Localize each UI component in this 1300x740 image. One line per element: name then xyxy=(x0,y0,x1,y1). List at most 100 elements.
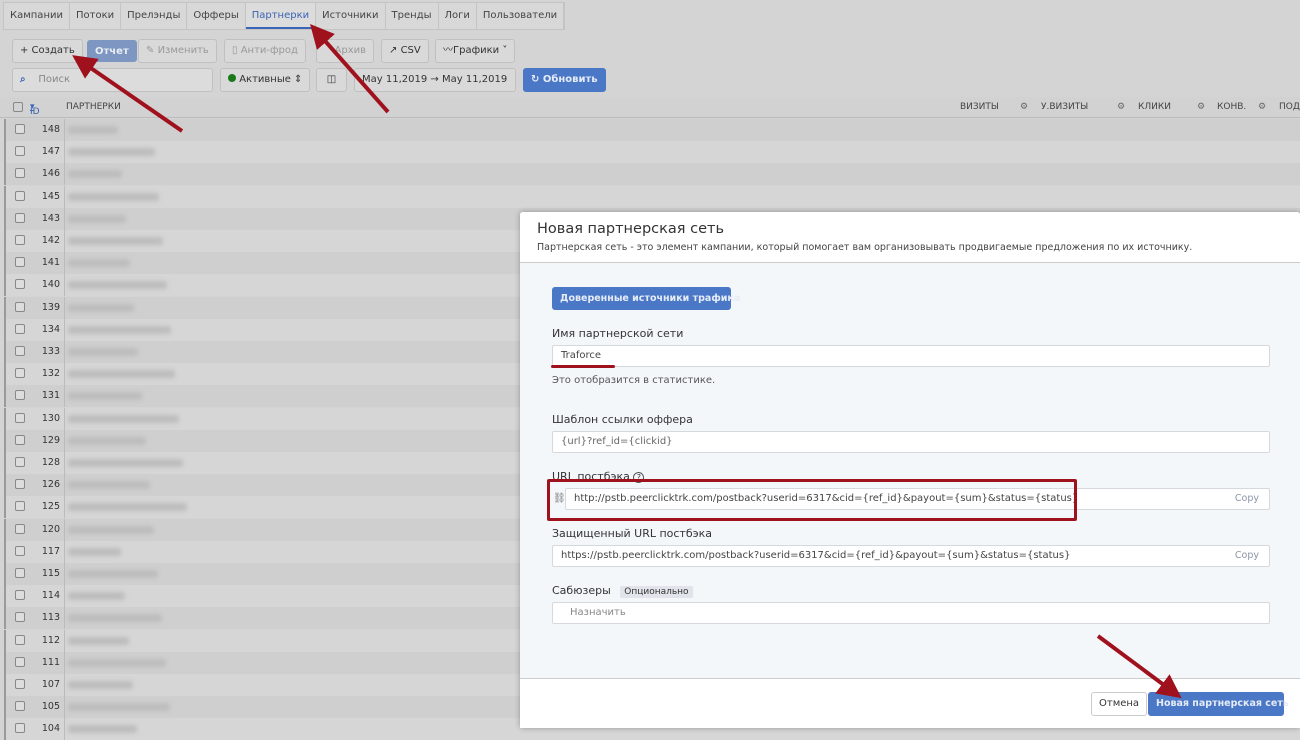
visits-header[interactable]: ВИЗИТЫ xyxy=(960,102,999,112)
row-checkbox[interactable] xyxy=(15,301,25,312)
search-icon: ⌕ xyxy=(20,74,26,85)
blurred-name xyxy=(68,681,133,689)
row-id: 143 xyxy=(41,212,60,224)
tab-8[interactable]: Пользователи xyxy=(477,3,565,29)
row-checkbox[interactable] xyxy=(15,590,25,601)
row-checkbox[interactable] xyxy=(15,346,25,356)
gear-icon[interactable]: ⚙ xyxy=(1258,102,1266,112)
row-checkbox[interactable] xyxy=(15,257,25,268)
columns-button[interactable]: ◫ xyxy=(316,68,347,92)
blurred-name xyxy=(68,348,138,356)
row-checkbox[interactable] xyxy=(15,679,25,689)
conv-header[interactable]: КОНВ. xyxy=(1217,102,1246,112)
edit-label: Изменить xyxy=(157,45,209,56)
sort-id-header[interactable]: ID ▾ xyxy=(30,102,40,117)
blurred-name xyxy=(68,658,166,667)
table-row[interactable]: 145 xyxy=(4,185,1300,208)
table-row[interactable]: 148 xyxy=(4,119,1300,141)
row-checkbox[interactable] xyxy=(15,190,25,201)
submit-button[interactable]: Новая партнерская сеть xyxy=(1148,692,1289,716)
row-checkbox[interactable] xyxy=(15,368,25,379)
row-checkbox[interactable] xyxy=(15,390,25,401)
table-row[interactable]: 146 xyxy=(4,163,1300,186)
secure-postback-input[interactable]: https://pstb.peerclicktrk.com/postback?u… xyxy=(552,545,1270,567)
status-select[interactable]: Активные ⇕ xyxy=(220,68,310,92)
cancel-button[interactable]: Отмена xyxy=(1091,692,1148,716)
row-checkbox[interactable] xyxy=(15,124,25,134)
modal-subtitle: Партнерская сеть - это элемент кампании,… xyxy=(537,242,1193,253)
row-checkbox[interactable] xyxy=(15,701,25,712)
id-header-label: ID xyxy=(30,107,40,117)
date-range-picker[interactable]: May 11,2019 → May 11,2019 xyxy=(354,68,516,92)
row-id: 112 xyxy=(41,634,60,646)
row-checkbox[interactable] xyxy=(15,612,25,623)
uvisits-header[interactable]: У.ВИЗИТЫ xyxy=(1041,102,1088,112)
refresh-button[interactable]: ↻ Обновить xyxy=(523,68,606,92)
gear-icon[interactable]: ⚙ xyxy=(1020,102,1028,112)
row-checkbox[interactable] xyxy=(15,279,25,290)
gear-icon[interactable]: ⚙ xyxy=(1197,102,1205,112)
tab-1[interactable]: Потоки xyxy=(70,3,122,29)
report-button[interactable]: Отчет xyxy=(87,40,137,62)
tab-0[interactable]: Кампании xyxy=(4,3,70,29)
subusers-input[interactable]: Назначить xyxy=(552,602,1270,624)
edit-button[interactable]: ✎ Изменить xyxy=(138,39,217,63)
row-checkbox[interactable] xyxy=(15,212,25,223)
blurred-name xyxy=(68,414,179,423)
clicks-header[interactable]: КЛИКИ xyxy=(1138,102,1171,112)
row-checkbox[interactable] xyxy=(15,634,25,645)
row-id: 147 xyxy=(41,146,60,158)
row-checkbox[interactable] xyxy=(15,479,25,490)
search-input[interactable]: ⌕ Поиск xyxy=(12,68,213,92)
tab-4[interactable]: Партнерки xyxy=(245,3,317,29)
blurred-name xyxy=(68,259,130,268)
row-checkbox[interactable] xyxy=(15,146,25,157)
column-divider xyxy=(64,318,65,341)
archive-button[interactable]: Архив xyxy=(316,39,374,63)
template-input[interactable]: {url}?ref_id={clickid} xyxy=(552,431,1270,453)
row-checkbox[interactable] xyxy=(15,545,25,556)
row-checkbox[interactable] xyxy=(15,412,25,423)
row-checkbox[interactable] xyxy=(15,457,25,467)
tab-3[interactable]: Офферы xyxy=(187,3,246,29)
antifraud-button[interactable]: ▯ Анти-фрод xyxy=(224,39,306,63)
name-help: Это отобразится в статистике. xyxy=(552,375,716,386)
optional-badge: Опционально xyxy=(620,586,693,598)
copy-postback-button[interactable]: Copy xyxy=(1235,489,1259,509)
gear-icon[interactable]: ⚙ xyxy=(1117,102,1125,112)
modal-header: Новая партнерская сеть Партнерская сеть … xyxy=(520,212,1300,263)
create-button[interactable]: + Создать xyxy=(12,39,83,63)
tab-6[interactable]: Тренды xyxy=(386,3,439,29)
tab-7[interactable]: Логи xyxy=(439,3,477,29)
row-checkbox[interactable] xyxy=(15,501,25,512)
csv-button[interactable]: ↗ CSV xyxy=(381,39,429,63)
column-divider xyxy=(64,696,65,719)
blurred-name xyxy=(68,525,154,534)
annotation-box xyxy=(547,479,1077,521)
row-id: 126 xyxy=(41,479,60,491)
trusted-sources-button[interactable]: Доверенные источники трафика xyxy=(552,287,740,310)
row-checkbox[interactable] xyxy=(15,723,25,734)
row-checkbox[interactable] xyxy=(15,235,25,245)
charts-button[interactable]: 〰Графики ˅ xyxy=(435,39,516,63)
tab-5[interactable]: Источники xyxy=(316,3,386,29)
tab-2[interactable]: Прелэнды xyxy=(121,3,188,29)
row-checkbox[interactable] xyxy=(15,168,25,179)
copy-secure-button[interactable]: Copy xyxy=(1235,546,1259,566)
row-checkbox[interactable] xyxy=(15,434,25,445)
row-checkbox[interactable] xyxy=(15,523,25,534)
row-checkbox[interactable] xyxy=(15,656,25,667)
more-header[interactable]: ПОД xyxy=(1279,102,1300,112)
csv-label: CSV xyxy=(400,45,421,56)
annotation-underline xyxy=(551,365,615,368)
column-divider xyxy=(64,363,65,386)
row-checkbox[interactable] xyxy=(15,568,25,578)
select-all-checkbox[interactable] xyxy=(13,102,23,112)
name-input[interactable]: Traforce xyxy=(552,345,1270,367)
name-header[interactable]: ПАРТНЕРКИ xyxy=(66,102,121,112)
table-row[interactable]: 147 xyxy=(4,141,1300,164)
columns-icon: ◫ xyxy=(326,74,337,85)
row-id: 120 xyxy=(41,523,60,535)
row-checkbox[interactable] xyxy=(15,323,25,334)
subusers-label-text: Сабюзеры xyxy=(552,584,611,597)
